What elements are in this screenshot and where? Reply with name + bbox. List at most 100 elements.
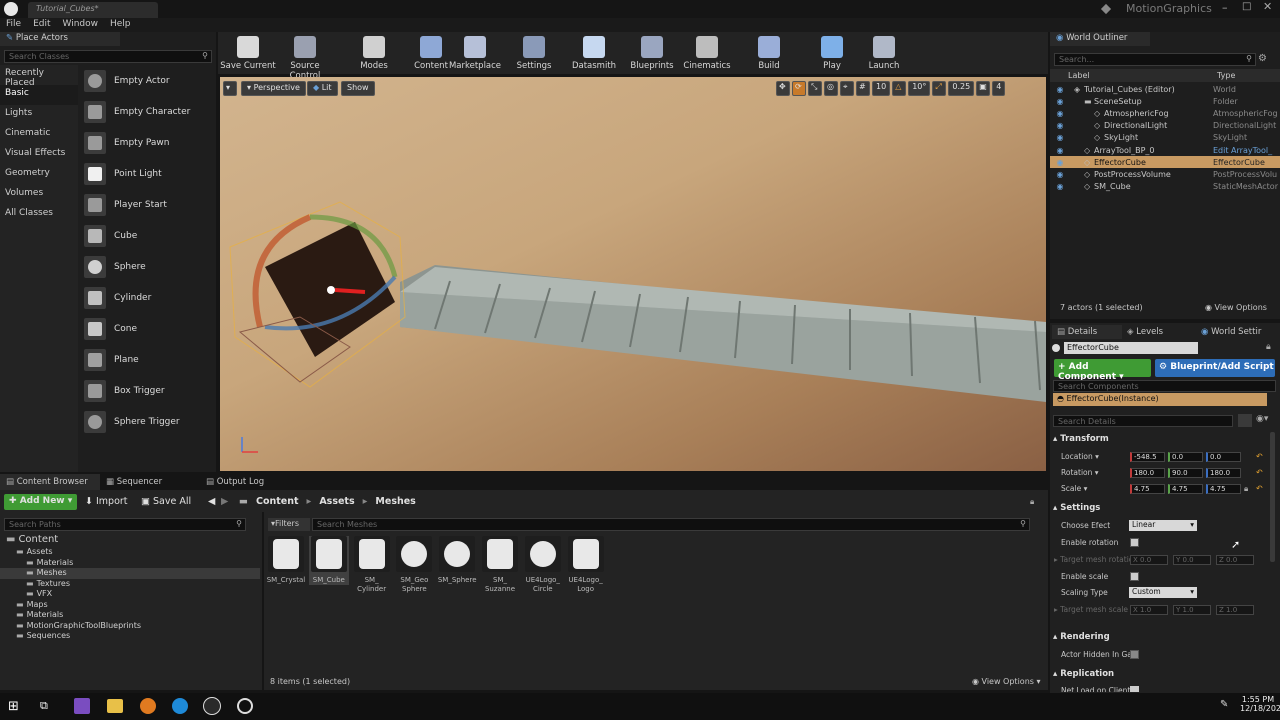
category-basic[interactable]: Basic — [0, 85, 78, 105]
visibility-eye-icon[interactable]: ◉ — [1054, 158, 1066, 167]
actor-plane[interactable]: Plane — [80, 344, 216, 375]
rotation-y-field[interactable]: 90.0 — [1168, 468, 1203, 478]
camera-speed-icon[interactable]: ▣ — [976, 81, 991, 96]
folder-sequences[interactable]: ▬ Sequences — [0, 631, 260, 642]
category-volumes[interactable]: Volumes — [0, 185, 78, 205]
visibility-eye-icon[interactable]: ◉ — [1054, 85, 1066, 94]
task-view-icon[interactable]: ⧉ — [40, 699, 48, 713]
outliner-view-options[interactable]: ◉ View Options — [1205, 303, 1267, 312]
scale-x-field[interactable]: 4.75 — [1130, 484, 1165, 494]
folder-vfx[interactable]: ▬ VFX — [0, 589, 260, 600]
outliner-row-type[interactable]: Edit ArrayTool_ — [1213, 146, 1272, 155]
play-button[interactable]: Play — [804, 34, 860, 72]
net-load-checkbox[interactable] — [1130, 686, 1139, 692]
location-label[interactable]: Location ▾ — [1061, 452, 1099, 461]
menu-file[interactable]: File — [6, 19, 21, 29]
target-scale-label[interactable]: ▸ Target mesh scale — [1054, 605, 1128, 614]
place-actors-tab[interactable]: ✎ Place Actors — [0, 32, 120, 46]
world-local-icon[interactable]: ◎ — [824, 81, 838, 96]
tab-sequencer[interactable]: ▦ Sequencer — [100, 474, 200, 490]
grid-snap-icon[interactable]: # — [856, 81, 870, 96]
folder-maps[interactable]: ▬ Maps — [0, 600, 260, 611]
outliner-row-arraytool-bp-0[interactable]: ◉ ◇ ArrayTool_BP_0 Edit ArrayTool_ — [1050, 144, 1280, 156]
rendering-category[interactable]: ▴ Rendering — [1053, 632, 1110, 642]
replication-category[interactable]: ▴ Replication — [1053, 669, 1114, 679]
blender-icon[interactable] — [140, 698, 156, 714]
visibility-eye-icon[interactable]: ◉ — [1054, 97, 1066, 106]
breadcrumb-meshes[interactable]: Meshes — [375, 496, 415, 508]
outliner-col-label[interactable]: Label — [1068, 71, 1090, 80]
reset-rotation-icon[interactable]: ↶ — [1256, 468, 1263, 477]
transform-category[interactable]: ▴ Transform — [1053, 434, 1109, 444]
outliner-row-sm-cube[interactable]: ◉ ◇ SM_Cube StaticMeshActor — [1050, 181, 1280, 193]
lit-button[interactable]: ◆ Lit — [307, 81, 338, 96]
target-scale-z-field[interactable]: Z 1.0 — [1216, 605, 1254, 615]
modes-button[interactable]: Modes — [346, 34, 402, 72]
scale-label[interactable]: Scale ▾ — [1061, 484, 1087, 493]
tab-world-settings[interactable]: ◉ World Settir — [1196, 325, 1280, 339]
visual-studio-icon[interactable] — [74, 698, 90, 714]
target-scale-y-field[interactable]: Y 1.0 — [1173, 605, 1211, 615]
actor-empty-character[interactable]: Empty Character — [80, 96, 216, 127]
asset-sm-crystal[interactable]: SM_Crystal — [266, 536, 306, 585]
scale-mode-icon[interactable]: ⤡ — [808, 81, 822, 96]
enable-rotation-checkbox[interactable] — [1130, 538, 1139, 547]
visibility-eye-icon[interactable]: ◉ — [1054, 182, 1066, 191]
scale-snap-value[interactable]: 0.25 — [948, 81, 975, 96]
edge-browser-icon[interactable] — [172, 698, 188, 714]
rotation-x-field[interactable]: 180.0 — [1130, 468, 1165, 478]
outliner-row-skylight[interactable]: ◉ ◇ SkyLight SkyLight — [1050, 132, 1280, 144]
details-scrollbar[interactable] — [1270, 432, 1275, 562]
scale-z-field[interactable]: 4.75 — [1206, 484, 1241, 494]
outliner-row-directionallight[interactable]: ◉ ◇ DirectionalLight DirectionalLight — [1050, 120, 1280, 132]
choose-effect-dropdown[interactable]: Linear ▾ — [1129, 520, 1197, 531]
menu-help[interactable]: Help — [110, 19, 131, 29]
blueprint-add-script-button[interactable]: ⚙ Blueprint/Add Script — [1155, 359, 1275, 377]
breadcrumb-content[interactable]: Content — [256, 496, 299, 508]
outliner-row-postprocessvolume[interactable]: ◉ ◇ PostProcessVolume PostProcessVolu — [1050, 168, 1280, 180]
folder-materials[interactable]: ▬ Materials — [0, 610, 260, 621]
add-new-button[interactable]: ✚ Add New ▾ — [4, 494, 78, 510]
tab-output-log[interactable]: ▤ Output Log — [200, 474, 300, 490]
marketplace-button[interactable]: Marketplace — [447, 34, 503, 72]
asset-ue4logo-logo[interactable]: UE4Logo_ Logo — [566, 536, 606, 593]
target-rotation-y-field[interactable]: Y 0.0 — [1173, 555, 1211, 565]
location-y-field[interactable]: 0.0 — [1168, 452, 1203, 462]
content-view-options[interactable]: ◉ View Options ▾ — [972, 677, 1041, 686]
actor-empty-pawn[interactable]: Empty Pawn — [80, 127, 216, 158]
outliner-row-atmosphericfog[interactable]: ◉ ◇ AtmosphericFog AtmosphericFog — [1050, 107, 1280, 119]
import-button[interactable]: ⬇ Import — [80, 494, 133, 510]
visibility-eye-icon[interactable]: ◉ — [1054, 121, 1066, 130]
clock[interactable]: 1:55 PM 12/18/2020 — [1240, 695, 1280, 713]
file-explorer-icon[interactable] — [107, 699, 123, 713]
folder-assets[interactable]: ▬ Assets — [0, 547, 260, 558]
unreal-engine-icon[interactable] — [203, 697, 221, 715]
actor-sphere[interactable]: Sphere — [80, 251, 216, 282]
reset-scale-icon[interactable]: ↶ — [1256, 484, 1263, 493]
scale-snap-icon[interactable]: ⤢ — [932, 81, 947, 96]
perspective-button[interactable]: ▾ Perspective — [241, 81, 306, 96]
enable-scale-checkbox[interactable] — [1130, 572, 1139, 581]
translate-mode-icon[interactable]: ✥ — [776, 81, 790, 96]
search-classes-input[interactable]: Search Classes ⚲ — [4, 50, 212, 63]
reset-location-icon[interactable]: ↶ — [1256, 452, 1263, 461]
blueprints-button[interactable]: Blueprints — [624, 34, 680, 72]
actor-cylinder[interactable]: Cylinder — [80, 282, 216, 313]
target-rotation-label[interactable]: ▸ Target mesh rotatio — [1054, 555, 1133, 564]
folder-materials[interactable]: ▬ Materials — [0, 558, 260, 569]
actor-cone[interactable]: Cone — [80, 313, 216, 344]
outliner-row-effectorcube[interactable]: ◉ ◇ EffectorCube EffectorCube — [1050, 156, 1280, 169]
gizmo-x-axis[interactable] — [334, 288, 366, 294]
category-cinematic[interactable]: Cinematic — [0, 125, 78, 145]
target-scale-x-field[interactable]: X 1.0 — [1130, 605, 1168, 615]
world-outliner-tab[interactable]: ◉ World Outliner — [1050, 32, 1150, 46]
splitter[interactable] — [262, 512, 264, 690]
tab-levels[interactable]: ◈ Levels — [1122, 325, 1196, 339]
actor-point-light[interactable]: Point Light — [80, 158, 216, 189]
viewport-options-button[interactable]: ▾ — [223, 81, 237, 96]
actor-name-field[interactable]: EffectorCube — [1064, 342, 1198, 354]
category-all-classes[interactable]: All Classes — [0, 205, 78, 225]
source-control-button[interactable]: Source Control — [277, 34, 333, 81]
show-button[interactable]: Show — [341, 81, 375, 96]
settings-category[interactable]: ▴ Settings — [1053, 503, 1100, 513]
